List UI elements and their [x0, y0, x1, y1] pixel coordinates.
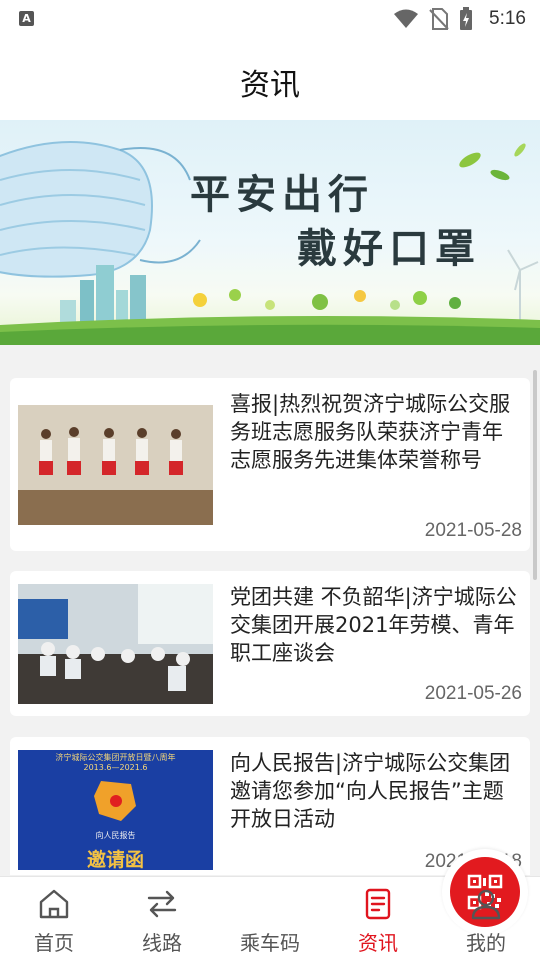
- nav-label: 我的: [466, 931, 506, 955]
- nav-item-home[interactable]: 首页: [0, 877, 108, 961]
- article-date: 2021-05-26: [424, 683, 522, 704]
- wifi-icon: [394, 9, 419, 28]
- article-thumbnail: 济宁城际公交集团开放日暨八周年 2013.6—2021.6 向人民报告 邀请函: [18, 750, 213, 870]
- notification-icon: A: [19, 11, 34, 26]
- article-thumbnail: [18, 584, 213, 704]
- banner-headline-2: 戴好口罩: [297, 225, 481, 272]
- no-sim-icon: [429, 8, 449, 30]
- nav-label: 乘车码: [240, 931, 300, 955]
- article-title: 向人民报告|济宁城际公交集团邀请您参加“向人民报告”主题开放日活动: [230, 751, 511, 831]
- article-title: 党团共建 不负韶华|济宁城际公交集团开展2021年劳模、青年职工座谈会: [230, 585, 517, 665]
- route-icon: [147, 890, 177, 918]
- nav-item-routes[interactable]: 线路: [108, 877, 216, 961]
- user-icon: [471, 889, 501, 920]
- article-card[interactable]: 喜报|热烈祝贺济宁城际公交服务班志愿服务队荣获济宁青年志愿服务先进集体荣誉称号 …: [10, 378, 530, 551]
- status-bar: A 5:16: [0, 0, 540, 38]
- banner[interactable]: 平安出行 戴好口罩: [0, 120, 540, 345]
- article-list[interactable]: 喜报|热烈祝贺济宁城际公交服务班志愿服务队荣获济宁青年志愿服务先进集体荣誉称号 …: [0, 345, 540, 875]
- home-icon: [39, 889, 69, 919]
- nav-label: 线路: [142, 931, 182, 955]
- article-card[interactable]: 济宁城际公交集团开放日暨八周年 2013.6—2021.6 向人民报告 邀请函 …: [10, 737, 530, 875]
- article-thumbnail: [18, 405, 213, 525]
- bottom-nav: 首页 线路 乘车码 资讯 我的: [0, 849, 540, 961]
- nav-item-ride-code[interactable]: 乘车码: [216, 849, 528, 961]
- page-title: 资讯: [240, 68, 300, 103]
- app-header: 资讯: [0, 38, 540, 120]
- status-icons: 5:16: [393, 6, 526, 32]
- article-date: 2021-05-28: [424, 520, 522, 541]
- article-title: 喜报|热烈祝贺济宁城际公交服务班志愿服务队荣获济宁青年志愿服务先进集体荣誉称号: [230, 392, 511, 472]
- nav-item-profile[interactable]: 我的: [432, 877, 540, 961]
- banner-headline-1: 平安出行: [190, 171, 374, 218]
- nav-label: 首页: [34, 931, 74, 955]
- news-icon: [365, 888, 391, 920]
- clock: 5:16: [489, 8, 526, 29]
- nav-label: 资讯: [358, 931, 398, 955]
- nav-item-news[interactable]: 资讯: [324, 877, 432, 961]
- battery-charging-icon: [460, 7, 473, 30]
- article-card[interactable]: 党团共建 不负韶华|济宁城际公交集团开展2021年劳模、青年职工座谈会 2021…: [10, 571, 530, 716]
- scrollbar[interactable]: [533, 370, 537, 580]
